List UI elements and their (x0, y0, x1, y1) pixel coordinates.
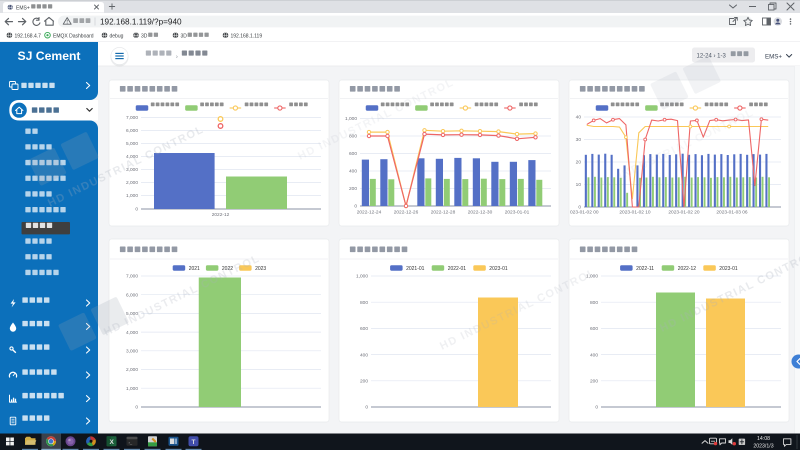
svg-text:debug: debug (110, 33, 124, 39)
svg-text:SJ Cement: SJ Cement (18, 49, 81, 63)
svg-text:192.168.4.7: 192.168.4.7 (15, 33, 42, 39)
svg-text:0: 0 (135, 207, 138, 213)
svg-text:200: 200 (349, 186, 357, 192)
svg-text:800: 800 (360, 300, 368, 306)
svg-text:2,000: 2,000 (126, 180, 138, 186)
svg-text:3D: 3D (141, 33, 148, 39)
svg-text:12-24 › 1-3: 12-24 › 1-3 (697, 53, 727, 59)
svg-text:200: 200 (360, 379, 368, 385)
svg-text:192.168.1.119/?p=940: 192.168.1.119/?p=940 (100, 17, 182, 26)
svg-text:1,000: 1,000 (356, 274, 368, 280)
svg-text:1,000: 1,000 (345, 116, 357, 122)
svg-text:10: 10 (576, 182, 582, 188)
svg-text:EMQX Dashboard: EMQX Dashboard (53, 33, 94, 39)
svg-text:2022-11: 2022-11 (636, 266, 654, 272)
svg-text:2022-12: 2022-12 (212, 212, 230, 218)
svg-text:2021: 2021 (189, 266, 200, 272)
svg-text:2023-01-01: 2023-01-01 (505, 210, 530, 216)
svg-text:0: 0 (135, 405, 138, 411)
svg-text:7,000: 7,000 (126, 115, 138, 121)
svg-text:2022-12-30: 2022-12-30 (468, 210, 493, 216)
svg-text:4,000: 4,000 (126, 330, 138, 336)
svg-text:40: 40 (576, 115, 582, 121)
svg-text:2023-01: 2023-01 (489, 266, 508, 272)
svg-text:14:08: 14:08 (757, 436, 770, 442)
svg-text:0: 0 (595, 405, 598, 411)
svg-text:3D: 3D (181, 33, 188, 39)
svg-text:200: 200 (590, 379, 598, 385)
svg-text:6,000: 6,000 (126, 128, 138, 134)
svg-text:2023-01-02 10: 2023-01-02 10 (619, 210, 651, 216)
svg-text:2022-01: 2022-01 (448, 266, 467, 272)
svg-text:023-01-02 00: 023-01-02 00 (570, 210, 599, 216)
svg-text:400: 400 (360, 352, 368, 358)
svg-text:3,000: 3,000 (126, 349, 138, 355)
svg-text:2023-01: 2023-01 (719, 266, 738, 272)
svg-text:2023-01-03 06: 2023-01-03 06 (716, 210, 748, 216)
svg-text:1,000: 1,000 (126, 193, 138, 199)
svg-text:2021-01: 2021-01 (406, 266, 425, 272)
svg-text:2022-12: 2022-12 (678, 266, 697, 272)
svg-text:5,000: 5,000 (126, 141, 138, 147)
svg-text:600: 600 (590, 326, 598, 332)
svg-text:2023: 2023 (255, 266, 266, 272)
svg-text:6,000: 6,000 (126, 292, 138, 298)
svg-text:2023-01-02 20: 2023-01-02 20 (668, 210, 700, 216)
svg-text:0: 0 (365, 405, 368, 411)
svg-text:30: 30 (576, 137, 582, 143)
svg-text:2,000: 2,000 (126, 367, 138, 373)
svg-text:400: 400 (349, 169, 357, 175)
svg-text:›: › (176, 54, 178, 61)
svg-text:20: 20 (576, 160, 582, 166)
svg-text:2022-12-26: 2022-12-26 (394, 210, 419, 216)
svg-text:EMS+: EMS+ (16, 5, 30, 11)
svg-text:EMS+: EMS+ (765, 54, 782, 61)
svg-text:2023/1/3: 2023/1/3 (753, 443, 773, 449)
svg-text:1,000: 1,000 (126, 386, 138, 392)
svg-text:192.168.1.119: 192.168.1.119 (231, 33, 263, 39)
svg-text:2022-12-24: 2022-12-24 (357, 210, 382, 216)
svg-text:600: 600 (360, 326, 368, 332)
svg-text:600: 600 (349, 151, 357, 157)
svg-text:400: 400 (590, 352, 598, 358)
svg-text:0: 0 (354, 204, 357, 210)
svg-text:7,000: 7,000 (126, 274, 138, 280)
svg-text:2022-12-28: 2022-12-28 (431, 210, 456, 216)
svg-text:800: 800 (590, 300, 598, 306)
